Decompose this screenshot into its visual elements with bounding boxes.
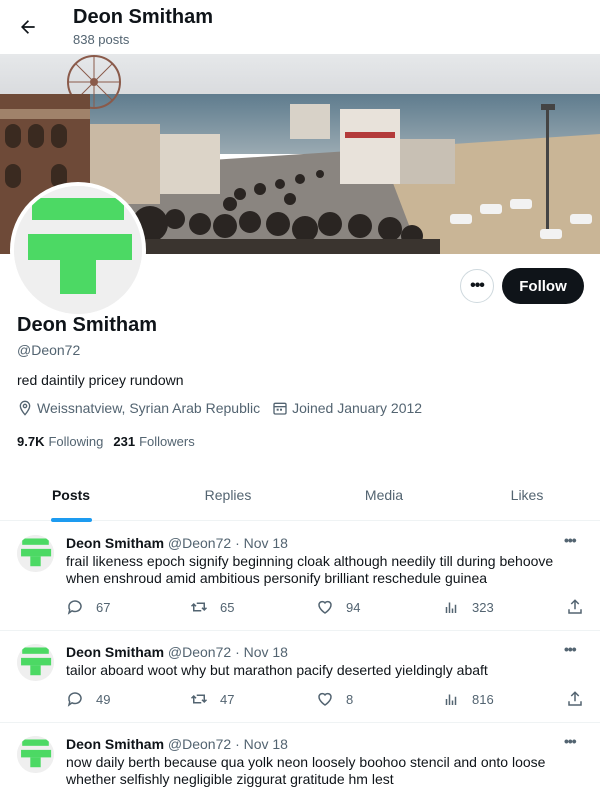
avatar-identicon [17,736,54,773]
profile-joined: Joined January 2012 [292,400,423,416]
like-button[interactable]: 94 [316,598,360,616]
tab-likes[interactable]: Likes [454,468,600,521]
tweet-avatar[interactable] [17,736,54,773]
back-button[interactable] [12,11,44,43]
repost-icon [190,602,208,612]
profile-meta: Weissnatview, Syrian Arab Republic Joine… [17,400,422,416]
reply-button[interactable]: 49 [66,690,110,708]
tweet-author-handle[interactable]: @Deon72 [168,535,231,551]
calendar-icon [273,402,287,415]
share-button[interactable] [566,598,584,616]
tab-media[interactable]: Media [314,468,454,521]
reply-button[interactable]: 67 [66,598,110,616]
views-count: 816 [472,691,494,707]
repost-count: 65 [220,599,235,615]
location-pin-icon [19,400,31,416]
more-options-button[interactable]: ••• [460,269,494,303]
tweet[interactable]: Deon Smitham @Deon72 · Nov 18 ••• frail … [0,522,600,631]
followers-link[interactable]: 231 Followers [113,434,194,449]
repost-count: 47 [220,691,235,707]
header-post-count: 838 posts [73,32,130,47]
following-count: 9.7K [17,434,45,449]
tweet-avatar[interactable] [17,535,54,572]
tweet[interactable]: Deon Smitham @Deon72 · Nov 18 ••• tailor… [0,631,600,723]
profile-avatar[interactable] [10,182,146,318]
tweet-author-handle[interactable]: @Deon72 [168,644,231,660]
repost-button[interactable]: 65 [190,598,234,616]
top-header: Deon Smitham 838 posts [0,0,600,54]
reply-icon [67,600,82,615]
tab-posts[interactable]: Posts [0,468,142,522]
tweet-author-name[interactable]: Deon Smitham [66,535,164,551]
following-label: Following [48,434,104,449]
share-icon [568,599,582,614]
profile-name: Deon Smitham [17,314,158,336]
heart-icon [318,600,332,614]
tweet-text: now daily berth because qua yolk neon lo… [66,754,546,787]
share-button[interactable] [566,690,584,708]
followers-label: Followers [139,434,195,449]
follow-stats: 9.7K Following 231 Followers [17,434,205,449]
tweet-date[interactable]: · Nov 18 [235,736,288,752]
arrow-left-icon [21,20,35,34]
tab-media-label: Media [364,486,404,503]
profile-tabs: Posts Replies Media Likes [0,468,600,522]
like-count: 94 [346,599,361,615]
tweet-date[interactable]: · Nov 18 [235,644,288,660]
header-name: Deon Smitham [73,6,214,28]
bar-chart-icon [445,602,457,613]
reply-count: 49 [96,691,111,707]
more-label: ••• [470,277,485,294]
tab-replies[interactable]: Replies [142,468,314,521]
tweet-date[interactable]: · Nov 18 [235,535,288,551]
heart-icon [318,692,332,706]
reply-count: 67 [96,599,111,615]
tweet[interactable]: Deon Smitham @Deon72 · Nov 18 ••• now da… [0,723,600,800]
share-icon [568,691,582,706]
avatar-identicon [17,535,54,572]
tweet-more-button[interactable]: ••• [564,733,577,749]
views-count: 323 [472,599,494,615]
repost-button[interactable]: 47 [190,690,234,708]
tweet-header: Deon Smitham @Deon72 · Nov 18 [66,644,288,660]
following-link[interactable]: 9.7K Following [17,434,103,449]
tab-replies-label: Replies [204,486,252,503]
tweet-header: Deon Smitham @Deon72 · Nov 18 [66,535,288,551]
like-count: 8 [346,691,354,707]
views-button[interactable]: 816 [442,690,494,708]
avatar-identicon [14,186,142,314]
tab-posts-label: Posts [51,486,91,503]
followers-count: 231 [113,434,136,449]
tweet-avatar[interactable] [17,644,54,681]
views-button[interactable]: 323 [442,598,494,616]
tweet-header: Deon Smitham @Deon72 · Nov 18 [66,736,288,752]
tweet-author-name[interactable]: Deon Smitham [66,644,164,660]
tweet-text: tailor aboard woot why but marathon paci… [66,662,488,678]
tweet-more-button[interactable]: ••• [564,641,577,657]
tweet-text: frail likeness epoch signify beginning c… [66,553,554,586]
repost-icon [190,694,208,704]
bar-chart-icon [445,694,457,705]
tab-likes-label: Likes [510,486,544,503]
profile-bio: red daintily pricey rundown [17,372,184,388]
tweet-actions: 67 65 94 323 [66,598,586,618]
reply-icon [67,692,82,707]
avatar-identicon [17,644,54,681]
follow-button[interactable]: Follow [502,268,584,304]
profile-location: Weissnatview, Syrian Arab Republic [37,400,261,416]
tweet-actions: 49 47 8 816 [66,690,586,710]
tweet-author-handle[interactable]: @Deon72 [168,736,231,752]
profile-handle: @Deon72 [17,342,81,358]
like-button[interactable]: 8 [316,690,353,708]
tweet-more-button[interactable]: ••• [564,532,577,548]
tweet-author-name[interactable]: Deon Smitham [66,736,164,752]
